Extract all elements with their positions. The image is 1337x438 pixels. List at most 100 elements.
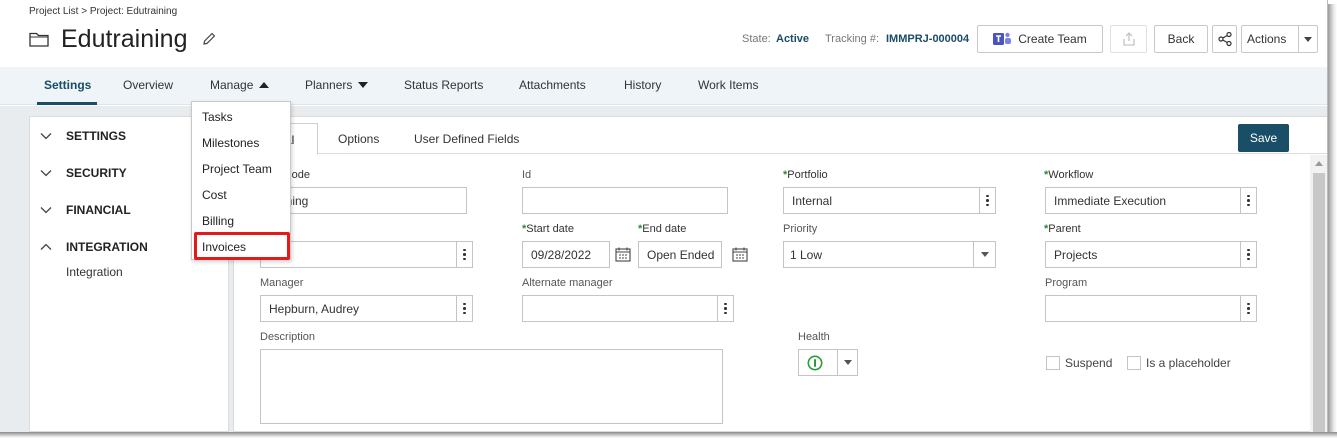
menu-item-milestones[interactable]: Milestones <box>202 136 259 150</box>
tab-overview[interactable]: Overview <box>123 78 173 92</box>
back-label: Back <box>1167 32 1195 46</box>
scrollbar-thumb[interactable] <box>1313 173 1325 432</box>
health-status-icon <box>807 355 823 371</box>
actions-dropdown[interactable]: Actions <box>1241 25 1318 53</box>
teams-icon <box>993 32 1012 45</box>
program-label: Program <box>1045 277 1088 289</box>
sidebar-section-security[interactable]: SECURITY <box>40 166 127 180</box>
health-select[interactable] <box>798 349 858 376</box>
back-button[interactable]: Back <box>1154 25 1208 53</box>
sidebar-section-label: INTEGRATION <box>66 240 148 254</box>
more-options-icon[interactable] <box>979 188 995 213</box>
page-title-row: Edutraining <box>29 24 217 54</box>
menu-item-billing[interactable]: Billing <box>202 214 234 228</box>
chevron-down-icon <box>40 170 52 177</box>
more-options-icon[interactable] <box>717 296 733 321</box>
parent-label: *Parent <box>1044 223 1081 235</box>
tracking-value: IMMPRJ-000004 <box>886 33 970 45</box>
end-date-label-text: End date <box>642 223 687 235</box>
sidebar-section-financial[interactable]: FINANCIAL <box>40 203 131 217</box>
id-label: Id <box>522 169 532 181</box>
workflow-field[interactable]: Immediate Execution <box>1045 187 1257 214</box>
program-field[interactable] <box>1045 295 1257 322</box>
project-code-field[interactable]: training <box>260 187 467 214</box>
caret-up-icon <box>259 82 270 88</box>
menu-item-tasks[interactable]: Tasks <box>202 110 233 124</box>
calendar-icon[interactable] <box>732 247 748 262</box>
state-label: State: <box>742 33 771 45</box>
export-button[interactable] <box>1110 25 1147 53</box>
chevron-up-icon <box>40 243 52 250</box>
actions-label: Actions <box>1247 32 1287 46</box>
sidebar-section-settings[interactable]: SETTINGS <box>40 129 126 143</box>
tab-work-items[interactable]: Work Items <box>698 78 758 92</box>
more-options-icon[interactable] <box>456 242 472 267</box>
workflow-value: Immediate Execution <box>1054 193 1167 208</box>
sidebar-section-label: SETTINGS <box>66 129 127 143</box>
pencil-icon[interactable] <box>201 31 217 47</box>
manager-field[interactable]: Hepburn, Audrey <box>260 295 473 322</box>
chevron-down-icon <box>40 133 52 140</box>
portfolio-value: Internal <box>792 193 833 208</box>
start-date-label: *Start date <box>522 223 574 235</box>
form-tabs: ral Options User Defined Fields Save <box>234 117 1327 155</box>
actions-separator <box>1298 26 1299 52</box>
sidebar-section-label: SECURITY <box>66 166 127 180</box>
parent-field[interactable]: Projects <box>1045 241 1257 268</box>
chevron-down-icon <box>837 350 857 375</box>
portfolio-label: *Portfolio <box>783 169 828 181</box>
tracking-label: Tracking #: <box>825 33 880 45</box>
sidebar-item-integration[interactable]: Integration <box>66 265 123 279</box>
start-date-label-text: Start date <box>526 223 574 235</box>
more-options-icon[interactable] <box>1240 242 1256 267</box>
create-team-button[interactable]: Create Team <box>977 25 1103 53</box>
placeholder-label: Is a placeholder <box>1146 356 1231 370</box>
end-date-field[interactable]: Open Ended <box>638 241 722 268</box>
priority-select[interactable]: 1 Low <box>783 241 996 268</box>
suspend-checkbox[interactable] <box>1046 356 1060 370</box>
description-label: Description <box>260 331 316 343</box>
share-network-button[interactable] <box>1212 25 1237 53</box>
tab-planners[interactable]: Planners <box>305 78 369 92</box>
chevron-down-icon <box>40 207 52 214</box>
app-window: Project List > Project: Edutraining Edut… <box>0 0 1328 432</box>
more-options-icon[interactable] <box>456 296 472 321</box>
calendar-icon[interactable] <box>615 247 631 262</box>
active-tab-indicator <box>37 102 97 105</box>
id-field[interactable] <box>522 187 728 214</box>
workflow-label: *Workflow <box>1044 169 1093 181</box>
more-options-icon[interactable] <box>1240 188 1256 213</box>
more-options-icon[interactable] <box>1240 296 1256 321</box>
scroll-up-arrow-icon[interactable] <box>1315 161 1323 166</box>
portfolio-field[interactable]: Internal <box>783 187 996 214</box>
tab-options[interactable]: Options <box>338 132 379 146</box>
breadcrumb[interactable]: Project List > Project: Edutraining <box>29 6 177 17</box>
parent-label-text: Parent <box>1048 223 1081 235</box>
invoices-highlight-box <box>194 232 290 260</box>
manager-value: Hepburn, Audrey <box>269 301 360 316</box>
suspend-label: Suspend <box>1065 356 1113 370</box>
window-shadow-bottom <box>0 432 1337 438</box>
tab-manage[interactable]: Manage <box>210 78 270 92</box>
tab-user-defined-fields[interactable]: User Defined Fields <box>414 132 519 146</box>
alternate-manager-field[interactable] <box>522 295 734 322</box>
end-date-label: *End date <box>638 223 686 235</box>
vertical-scrollbar[interactable] <box>1310 155 1327 432</box>
tab-settings[interactable]: Settings <box>44 78 91 92</box>
description-textarea[interactable] <box>260 349 723 424</box>
start-date-field[interactable]: 09/28/2022 <box>522 241 610 268</box>
start-date-value: 09/28/2022 <box>531 247 592 262</box>
tab-attachments[interactable]: Attachments <box>519 78 586 92</box>
parent-value: Projects <box>1054 247 1098 262</box>
tab-history[interactable]: History <box>624 78 661 92</box>
health-label: Health <box>798 331 830 343</box>
menu-item-cost[interactable]: Cost <box>202 188 227 202</box>
menu-item-project-team[interactable]: Project Team <box>202 162 272 176</box>
client-field[interactable]: rnal <box>260 241 473 268</box>
tab-manage-label: Manage <box>210 78 254 92</box>
state-value: Active <box>776 33 810 45</box>
placeholder-checkbox[interactable] <box>1127 356 1141 370</box>
sidebar-section-integration[interactable]: INTEGRATION <box>40 240 148 254</box>
save-button[interactable]: Save <box>1238 124 1289 152</box>
tab-status-reports[interactable]: Status Reports <box>404 78 483 92</box>
